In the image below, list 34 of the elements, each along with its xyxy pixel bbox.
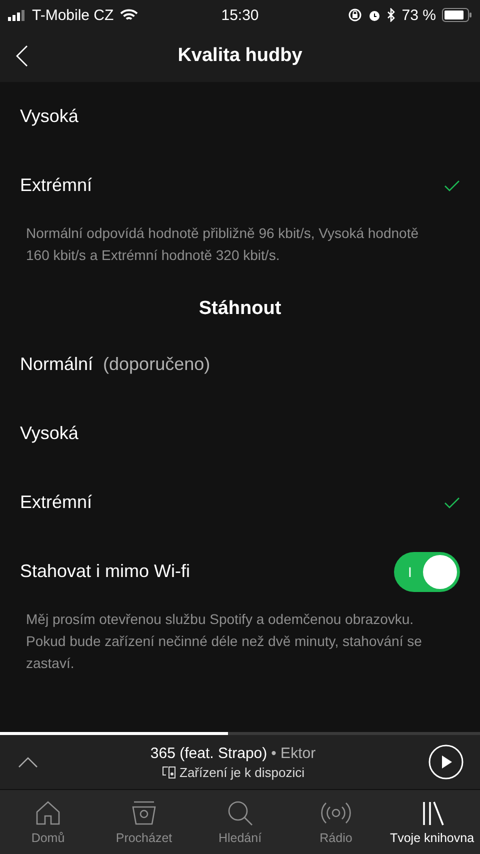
quality-option[interactable]: Extrémní (0, 151, 480, 220)
home-icon (34, 799, 62, 827)
back-button[interactable] (16, 44, 30, 68)
screen-title: Kvalita hudby (178, 45, 302, 67)
rotation-lock-icon (348, 8, 362, 22)
tab[interactable]: Rádio (288, 790, 384, 854)
basket-icon (130, 799, 158, 827)
quality-option[interactable]: Vysoká (0, 82, 480, 151)
setting-label: Stahovat i mimo Wi-fi (20, 561, 190, 582)
battery-percent: 73 % (402, 6, 436, 24)
download-note: Měj prosím otevřenou službu Spotify a odemčenou obrazovku. Pokud bude zařízení nečinné déle než dvě minuty, stahování se zastaví. (25, 610, 423, 673)
play-button[interactable] (428, 744, 464, 780)
tab[interactable]: Procházet (96, 790, 192, 854)
carrier-name: T-Mobile CZ (32, 6, 114, 24)
chevron-up-icon[interactable] (18, 756, 38, 768)
bluetooth-icon (386, 8, 396, 22)
quality-option[interactable]: Vysoká (0, 399, 480, 468)
devices-icon (162, 766, 176, 778)
battery-icon (442, 8, 472, 22)
signal-icon (8, 10, 26, 20)
device-status: Zařízení je k dispozici (180, 764, 304, 780)
track-title: 365 (feat. Strapo) (150, 744, 268, 762)
wifi-icon (120, 8, 138, 22)
tab[interactable]: Domů (0, 790, 96, 854)
quality-option[interactable]: Normální (doporučeno) (0, 330, 480, 399)
track-artist: • Ektor (271, 744, 316, 762)
search-icon (226, 799, 254, 827)
tab[interactable]: Tvoje knihovna (384, 790, 480, 854)
section-heading: Stáhnout (198, 298, 282, 320)
status-time: 15:30 (221, 6, 259, 24)
tab[interactable]: Hledání (192, 790, 288, 854)
quality-option[interactable]: Extrémní (0, 468, 480, 537)
bitrate-note: Normální odpovídá hodnotě přibližně 96 kbit/s, Vysoká hodnotě 160 kbit/s a Extrémní hodnotě 320 kbit/s. (25, 224, 420, 265)
alarm-icon (368, 8, 381, 22)
